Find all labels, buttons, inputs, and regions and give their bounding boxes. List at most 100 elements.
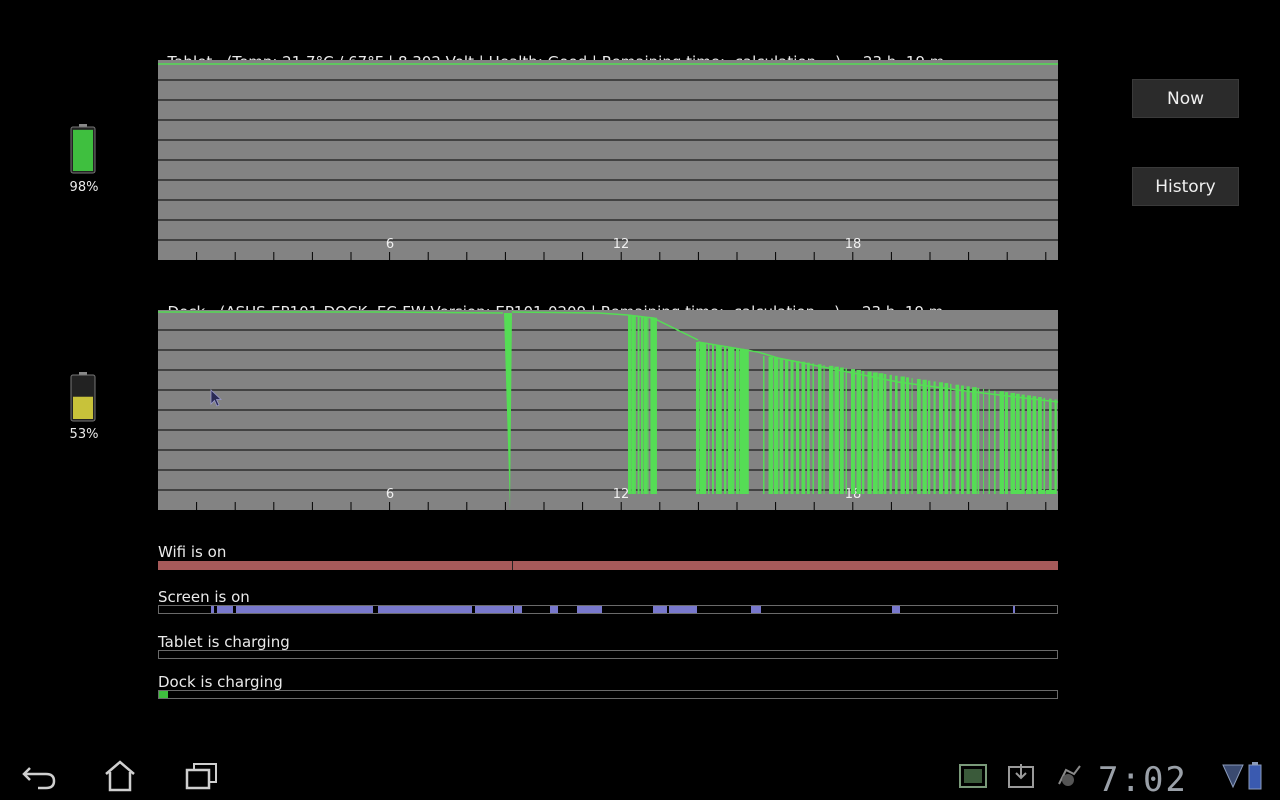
dock-spike <box>812 363 814 494</box>
dock-spike <box>1027 395 1031 494</box>
dock-spike <box>829 365 834 494</box>
dock-spike <box>1026 490 1029 494</box>
dock-spike <box>740 348 745 494</box>
status-battery-icon[interactable] <box>1248 762 1262 790</box>
dock-line-segment <box>158 311 504 314</box>
dock-spike <box>983 388 985 494</box>
dock-spike <box>999 391 1005 494</box>
screen-on-segment <box>470 606 472 613</box>
screen-on-segment <box>751 606 761 613</box>
dock-charging-track <box>158 690 1058 699</box>
dock-spike <box>712 344 714 494</box>
screen-on-segment <box>577 606 602 613</box>
dock-spike <box>704 343 707 494</box>
dock-spike <box>939 382 943 494</box>
dock-dip <box>504 313 512 510</box>
screen-on-segment <box>653 606 667 613</box>
dock-spike <box>917 378 921 494</box>
dock-charging-label: Dock is charging <box>158 673 283 691</box>
dock-spike <box>653 317 657 494</box>
dock-spike <box>716 345 721 494</box>
dock-spike <box>994 390 996 494</box>
dock-spike <box>922 379 927 494</box>
dock-spike <box>845 368 847 494</box>
dock-spike <box>862 370 865 494</box>
status-clock[interactable]: 7:02 <box>1098 760 1188 800</box>
dock-spike <box>840 367 844 494</box>
dock-spike <box>977 387 980 494</box>
dock-spike <box>851 369 856 494</box>
dock-spike <box>744 349 749 494</box>
dock-spike <box>779 358 784 494</box>
tablet-battery-percent: 98% <box>69 180 99 195</box>
x-tick-label: 6 <box>386 237 394 252</box>
dock-spike <box>1042 490 1046 494</box>
dock-spike <box>823 365 825 494</box>
now-button[interactable]: Now <box>1132 79 1239 118</box>
dock-spike <box>640 316 644 494</box>
dock-spike <box>900 376 905 494</box>
dock-spike <box>644 316 648 494</box>
dock-spike <box>1030 490 1032 494</box>
dock-spike <box>1046 490 1051 494</box>
screen-on-segment <box>479 606 513 613</box>
back-arrow-icon[interactable] <box>20 758 64 794</box>
dock-spike <box>785 359 789 494</box>
dock-spike <box>1005 392 1008 494</box>
dock-spike <box>867 371 872 494</box>
dock-spike <box>873 372 878 494</box>
dock-spike <box>637 316 640 494</box>
dock-spike <box>856 369 861 494</box>
wifi-signal-icon[interactable] <box>1222 763 1244 789</box>
recent-apps-icon[interactable] <box>180 758 224 794</box>
screen-label: Screen is on <box>158 588 250 606</box>
dock-spike <box>884 374 887 494</box>
dock-spike <box>696 342 700 494</box>
screen-on-segment <box>669 606 697 613</box>
screenshot-notification-icon[interactable] <box>958 762 988 790</box>
dock-spike <box>708 343 710 494</box>
screen-on-segment <box>514 606 522 613</box>
dock-spike <box>966 386 970 494</box>
screen-on-segment <box>217 606 233 613</box>
dock-spike <box>1014 490 1017 494</box>
screen-on-segment <box>211 606 214 613</box>
dock-battery-percent: 53% <box>69 427 99 442</box>
dock-spike <box>889 374 892 494</box>
tablet-battery-icon <box>70 124 96 174</box>
dock-battery-graph: 6 12 18 <box>158 310 1058 510</box>
screen-on-segment <box>550 606 558 613</box>
dock-spike <box>944 383 949 494</box>
history-button[interactable]: History <box>1132 167 1239 206</box>
dock-spike <box>906 377 910 494</box>
home-icon[interactable] <box>98 758 142 794</box>
wifi-track <box>158 561 1058 570</box>
dock-spike <box>1032 396 1037 494</box>
x-tick-label: 18 <box>845 237 862 252</box>
dock-spike <box>736 348 740 494</box>
dock-spike <box>933 381 936 494</box>
screen-track <box>158 605 1058 614</box>
usb-debug-icon[interactable] <box>1054 762 1084 790</box>
dock-spike <box>955 384 960 494</box>
x-tick-label: 6 <box>386 487 394 502</box>
dock-spike <box>700 342 705 494</box>
dock-spike <box>818 364 822 494</box>
dock-spike <box>628 315 631 494</box>
dock-spike <box>1018 490 1022 494</box>
screen-on-segment <box>236 606 373 613</box>
dock-spike <box>1034 490 1036 494</box>
dock-spike <box>647 317 649 494</box>
dock-spike <box>768 356 774 494</box>
dock-spike <box>774 357 779 494</box>
dock-spike <box>895 375 898 494</box>
dock-spike <box>1010 392 1016 494</box>
dock-spike <box>988 389 990 494</box>
download-notification-icon[interactable] <box>1006 762 1036 790</box>
dock-spike <box>1049 398 1052 494</box>
dock-spike <box>801 361 806 494</box>
dock-charging-segment <box>159 691 168 698</box>
x-tick-label: 12 <box>613 237 630 252</box>
dock-spike <box>834 366 839 494</box>
dock-spike <box>878 373 884 494</box>
